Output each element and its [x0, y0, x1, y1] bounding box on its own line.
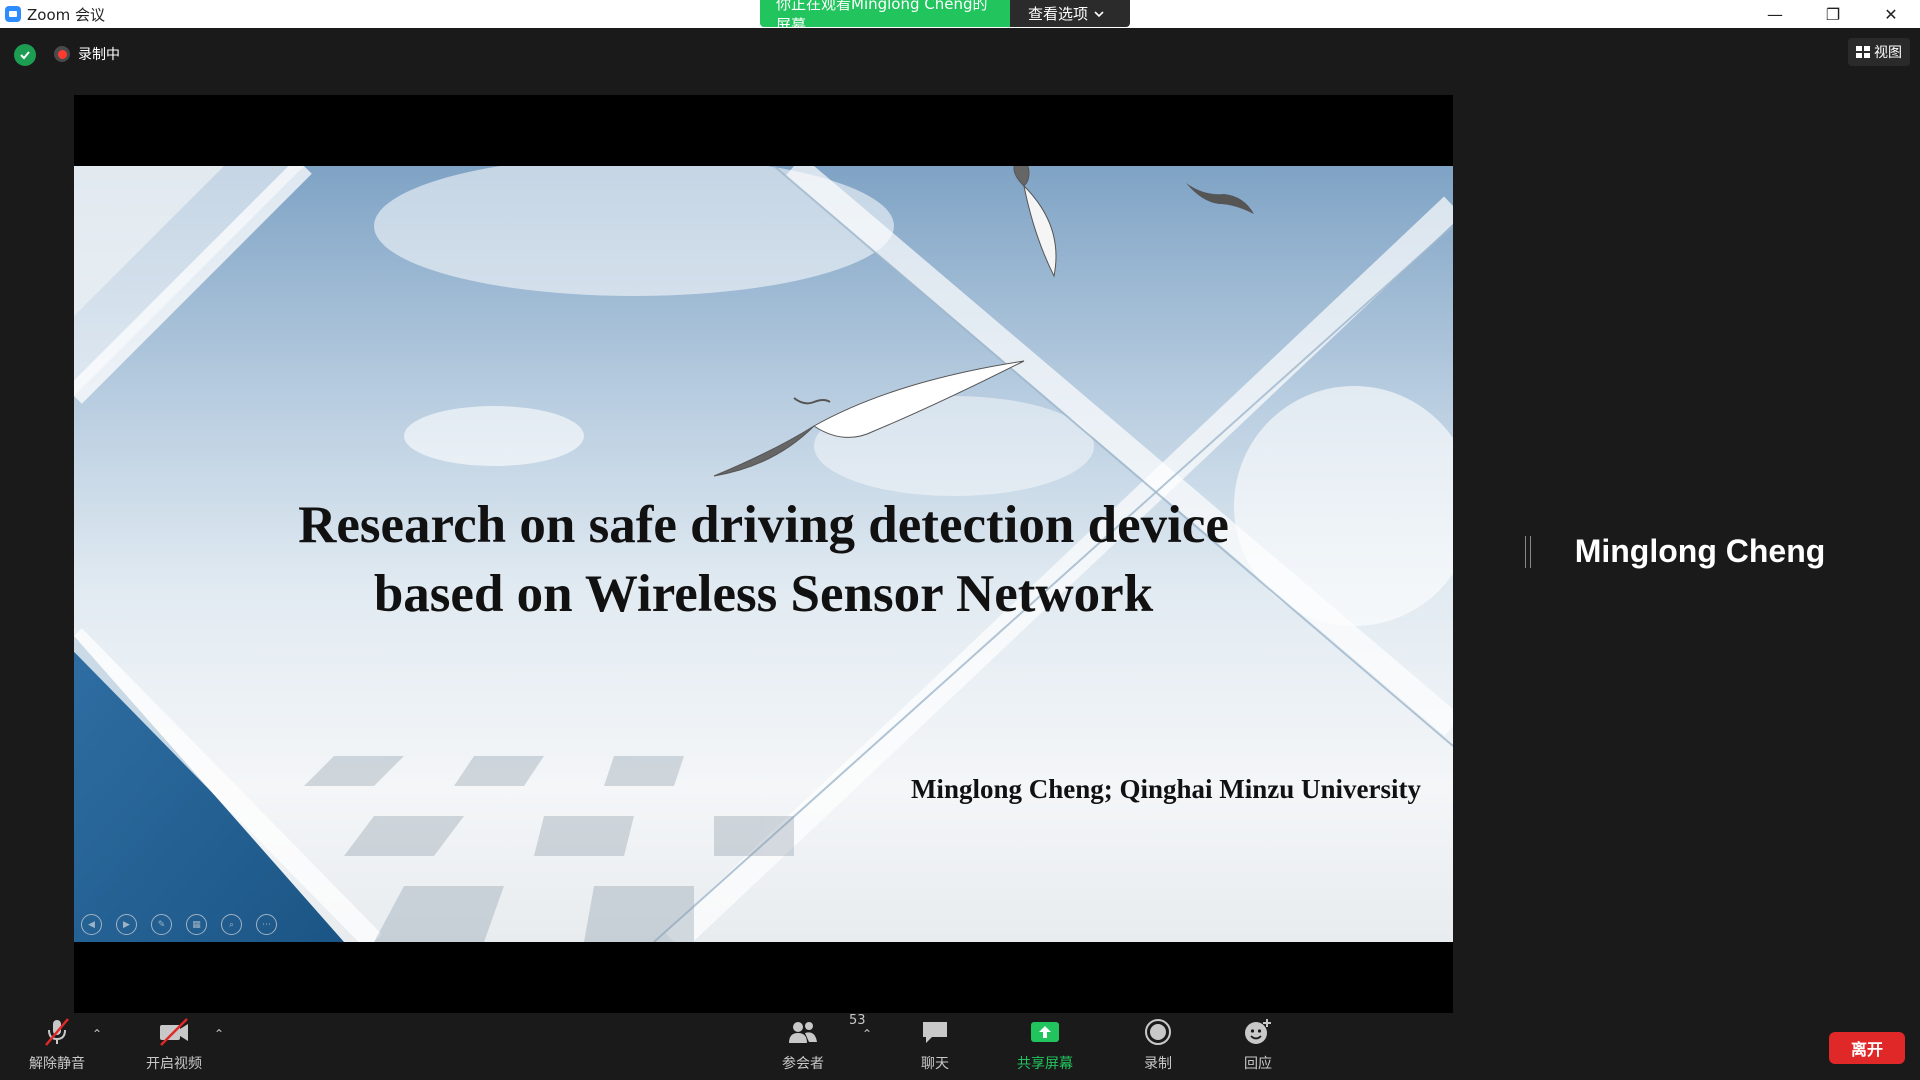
view-options-label: 查看选项 — [1028, 5, 1089, 23]
chevron-down-icon — [1094, 10, 1104, 17]
check-icon — [20, 51, 30, 60]
pen-icon[interactable]: ✎ — [151, 914, 172, 935]
viewing-banner: 你正在观看Minglong Cheng的屏幕 查看选项 — [760, 0, 1130, 27]
record-label: 录制 — [1144, 1056, 1172, 1072]
view-label: 视图 — [1874, 45, 1902, 61]
restore-button[interactable]: ❐ — [1804, 0, 1862, 28]
record-dot-icon — [54, 46, 70, 62]
window-title: Zoom 会议 — [27, 5, 106, 24]
participants-count: 53 — [849, 1013, 866, 1028]
chat-bubble-icon — [920, 1015, 950, 1049]
slide-title-line-1: Research on safe driving detection devic… — [298, 496, 1229, 554]
slide-navigation-tools: ◀ ▶ ✎ ▦ ⌕ ⋯ — [81, 914, 277, 935]
participants-icon-group: 53 — [787, 1013, 866, 1049]
slides-overview-icon[interactable]: ▦ — [186, 914, 207, 935]
more-options-icon[interactable]: ⋯ — [256, 914, 277, 935]
share-screen-icon — [1029, 1015, 1061, 1049]
slide-author: Minglong Cheng; Qinghai Minzu University — [910, 774, 1421, 804]
speaker-name: Minglong Cheng — [1574, 533, 1826, 569]
slide-title-line-2: based on Wireless Sensor Network — [373, 565, 1154, 623]
grid-icon — [1856, 46, 1870, 58]
emoji-reaction-icon — [1243, 1015, 1273, 1049]
view-button[interactable]: 视图 — [1848, 38, 1910, 66]
presentation-slide: Research on safe driving detection devic… — [74, 166, 1453, 942]
video-off-icon — [157, 1015, 191, 1049]
minimize-button[interactable]: — — [1746, 0, 1804, 28]
audio-options-caret[interactable]: ⌃ — [92, 1027, 102, 1041]
encryption-shield-icon[interactable] — [14, 44, 36, 66]
slide-title: Research on safe driving detection devic… — [74, 491, 1453, 629]
chat-label: 聊天 — [921, 1056, 949, 1072]
prev-slide-icon[interactable]: ◀ — [81, 914, 102, 935]
window-controls: — ❐ ✕ — [1746, 0, 1920, 28]
unmute-label: 解除静音 — [29, 1056, 85, 1072]
start-video-label: 开启视频 — [146, 1056, 202, 1072]
record-button[interactable]: 录制 — [1118, 1015, 1198, 1073]
participants-label: 参会者 — [782, 1056, 824, 1072]
participants-options-caret[interactable]: ⌃ — [862, 1027, 872, 1041]
share-screen-label: 共享屏幕 — [1017, 1056, 1073, 1072]
recording-indicator[interactable]: 录制中 — [54, 44, 120, 64]
leave-button[interactable]: 离开 — [1829, 1032, 1905, 1064]
record-icon — [1144, 1015, 1172, 1049]
reactions-button[interactable]: 回应 — [1218, 1015, 1298, 1073]
recording-label: 录制中 — [78, 47, 120, 63]
reactions-label: 回应 — [1244, 1056, 1272, 1072]
speaker-divider — [1525, 536, 1531, 568]
viewing-screen-text: 你正在观看Minglong Cheng的屏幕 — [760, 0, 1010, 27]
close-button[interactable]: ✕ — [1862, 0, 1920, 28]
unmute-button[interactable]: 解除静音 — [17, 1015, 97, 1073]
next-slide-icon[interactable]: ▶ — [116, 914, 137, 935]
zoom-icon[interactable]: ⌕ — [221, 914, 242, 935]
video-options-caret[interactable]: ⌃ — [214, 1027, 224, 1041]
share-screen-button[interactable]: 共享屏幕 — [1005, 1015, 1085, 1073]
microphone-muted-icon — [42, 1015, 72, 1049]
start-video-button[interactable]: 开启视频 — [134, 1015, 214, 1073]
meeting-toolbar: 解除静音 ⌃ 开启视频 ⌃ 53 参会者 ⌃ 聊天 共享屏幕 录制 回应 离开 — [0, 1013, 1920, 1080]
view-options-button[interactable]: 查看选项 — [1010, 0, 1130, 27]
zoom-app-icon — [5, 6, 21, 22]
chat-button[interactable]: 聊天 — [895, 1015, 975, 1073]
participants-icon — [789, 1022, 817, 1043]
participants-button[interactable]: 53 参会者 — [763, 1013, 866, 1073]
